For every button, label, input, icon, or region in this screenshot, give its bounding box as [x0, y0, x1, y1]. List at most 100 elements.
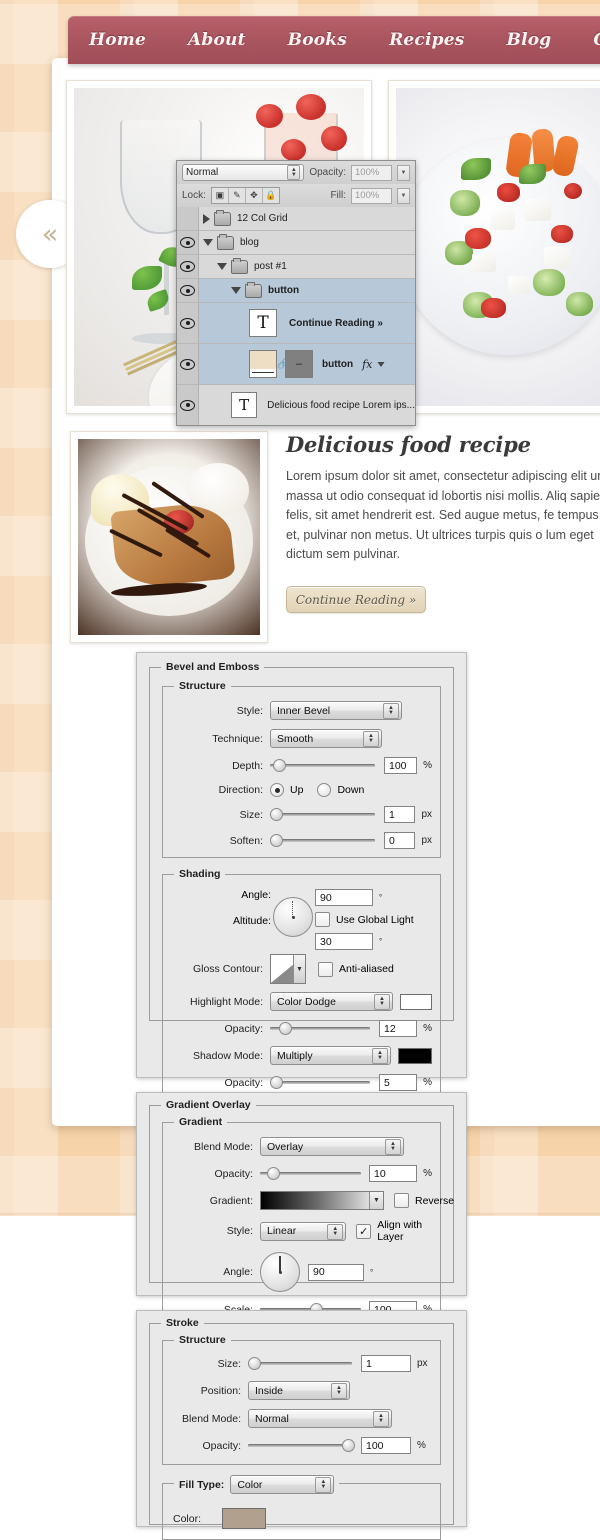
angle-label: Angle:	[241, 889, 271, 901]
shadow-color-swatch[interactable]	[398, 1047, 432, 1064]
gradient-blend-mode-select[interactable]: Overlay ▲ ▼	[260, 1137, 404, 1156]
gradient-preview[interactable]: ▼	[260, 1191, 384, 1210]
stepper-icon[interactable]: ▲ ▼	[287, 165, 301, 180]
anti-aliased-checkbox[interactable]	[318, 961, 333, 977]
gradient-opacity-input[interactable]: 10	[369, 1165, 418, 1182]
highlight-opacity-field: Opacity: 12 %	[171, 1020, 432, 1037]
stroke-position-label: Position:	[200, 1384, 241, 1397]
stroke-color-swatch[interactable]	[222, 1508, 266, 1529]
style-select[interactable]: Inner Bevel ▲ ▼	[270, 701, 402, 720]
effects-expand-icon[interactable]	[377, 361, 385, 367]
opacity-field[interactable]: 100%	[351, 164, 392, 181]
size-input[interactable]: 1	[384, 806, 416, 823]
shape-layer-thumbnail[interactable]	[249, 350, 277, 378]
stroke-size-input[interactable]: 1	[361, 1355, 411, 1372]
nav-item-about[interactable]: About	[167, 30, 267, 50]
nav-item-recipes[interactable]: Recipes	[368, 30, 485, 50]
stepper-icon[interactable]: ▲ ▼	[385, 1139, 401, 1155]
continue-reading-label: Continue Reading »	[295, 592, 417, 607]
shadow-mode-select[interactable]: Multiply ▲ ▼	[270, 1046, 391, 1065]
collapse-arrow-icon[interactable]	[231, 287, 241, 294]
altitude-input[interactable]: 30	[315, 933, 373, 950]
stroke-opacity-input[interactable]: 100	[361, 1437, 411, 1454]
technique-select[interactable]: Smooth ▲ ▼	[270, 729, 382, 748]
layer-row[interactable]: T Delicious food recipe Lorem ips...	[177, 385, 415, 425]
direction-up-radio[interactable]	[270, 783, 284, 797]
use-global-light-checkbox[interactable]	[315, 912, 330, 927]
stroke-opacity-slider[interactable]	[248, 1439, 355, 1452]
stepper-icon[interactable]: ▲ ▼	[373, 1411, 389, 1427]
lock-position-icon[interactable]: ✥	[246, 188, 263, 203]
stroke-size-field: Size: 1 px	[171, 1355, 432, 1372]
layer-visibility-toggle[interactable]	[177, 279, 199, 302]
highlight-mode-select[interactable]: Color Dodge ▲ ▼	[270, 992, 393, 1011]
gradient-opacity-label: Opacity:	[214, 1167, 253, 1180]
layer-visibility-toggle[interactable]	[177, 207, 199, 230]
nav-item-home[interactable]: Home	[68, 30, 167, 50]
layer-visibility-toggle[interactable]	[177, 344, 199, 384]
layer-row[interactable]: 🔗 – button fx	[177, 344, 415, 385]
angle-dial[interactable]	[273, 897, 313, 937]
angle-input[interactable]: 90	[315, 889, 373, 906]
blend-mode-select[interactable]: Normal ▲ ▼	[182, 164, 305, 181]
text-layer-thumbnail[interactable]: T	[231, 392, 258, 418]
highlight-opacity-input[interactable]: 12	[379, 1020, 418, 1037]
stepper-icon[interactable]: ▲ ▼	[383, 703, 399, 719]
layer-mask-thumbnail[interactable]: –	[285, 350, 313, 378]
fill-dropdown-icon[interactable]: ▼	[397, 187, 410, 204]
shadow-opacity-input[interactable]: 5	[379, 1074, 418, 1091]
layer-effects-icon[interactable]: fx	[362, 358, 372, 371]
link-mask-icon[interactable]: 🔗	[277, 359, 289, 370]
layer-row[interactable]: 12 Col Grid	[177, 207, 415, 231]
gradient-style-select[interactable]: Linear ▲ ▼	[260, 1221, 347, 1241]
align-with-layer-checkbox[interactable]: ✓	[356, 1223, 372, 1239]
stroke-position-select[interactable]: Inside ▲ ▼	[248, 1381, 350, 1400]
layer-visibility-toggle[interactable]	[177, 231, 199, 254]
soften-slider[interactable]	[270, 834, 375, 847]
opacity-dropdown-icon[interactable]: ▼	[397, 164, 410, 181]
stepper-icon[interactable]: ▲ ▼	[315, 1477, 332, 1493]
layer-row[interactable]: blog	[177, 231, 415, 255]
collapse-arrow-icon[interactable]	[217, 263, 227, 270]
stepper-icon[interactable]: ▲ ▼	[363, 731, 379, 747]
nav-item-contact[interactable]: Cor	[572, 30, 600, 50]
depth-input[interactable]: 100	[384, 757, 418, 774]
stroke-blend-mode-select[interactable]: Normal ▲ ▼	[248, 1409, 392, 1428]
fill-field[interactable]: 100%	[351, 187, 392, 204]
gradient-angle-input[interactable]: 90	[308, 1263, 364, 1281]
layer-visibility-toggle[interactable]	[177, 255, 199, 278]
stepper-icon[interactable]: ▲ ▼	[374, 994, 390, 1010]
stroke-size-slider[interactable]	[248, 1357, 352, 1370]
shadow-opacity-slider[interactable]	[270, 1076, 370, 1089]
layer-row[interactable]: T Continue Reading »	[177, 303, 415, 344]
gradient-opacity-slider[interactable]	[260, 1167, 361, 1180]
direction-down-radio[interactable]	[317, 783, 332, 797]
layer-row[interactable]: button	[177, 279, 415, 303]
layer-visibility-toggle[interactable]	[177, 303, 199, 343]
depth-slider[interactable]	[270, 759, 375, 772]
reverse-checkbox[interactable]	[394, 1193, 409, 1208]
stepper-icon[interactable]: ▲ ▼	[372, 1048, 388, 1064]
gloss-contour-picker[interactable]: ▼	[270, 954, 306, 984]
size-slider[interactable]	[270, 808, 375, 821]
expand-arrow-icon[interactable]	[203, 213, 210, 224]
stepper-icon[interactable]: ▲ ▼	[327, 1223, 344, 1240]
layer-visibility-toggle[interactable]	[177, 385, 199, 425]
stepper-icon[interactable]: ▲ ▼	[331, 1383, 347, 1399]
highlight-color-swatch[interactable]	[400, 993, 432, 1010]
lock-image-icon[interactable]: ✎	[229, 188, 246, 203]
fill-type-select[interactable]: Color ▲ ▼	[230, 1475, 335, 1494]
soften-input[interactable]: 0	[384, 832, 416, 849]
collapse-arrow-icon[interactable]	[203, 239, 213, 246]
folder-icon	[217, 233, 234, 250]
nav-item-blog[interactable]: Blog	[486, 30, 573, 50]
nav-item-books[interactable]: Books	[267, 30, 368, 50]
highlight-opacity-slider[interactable]	[270, 1022, 370, 1035]
continue-reading-button[interactable]: Continue Reading »	[286, 586, 426, 613]
lock-all-icon[interactable]: 🔒	[263, 188, 279, 203]
text-layer-thumbnail[interactable]: T	[249, 309, 277, 337]
shadow-mode-value: Multiply	[277, 1049, 313, 1062]
layer-row[interactable]: post #1	[177, 255, 415, 279]
lock-transparent-icon[interactable]: ▣	[212, 188, 229, 203]
gradient-angle-dial[interactable]	[260, 1252, 300, 1292]
